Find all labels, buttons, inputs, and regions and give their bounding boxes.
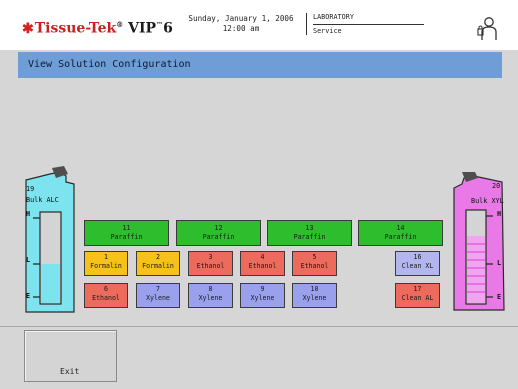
station-solution: Clean XL [401, 262, 434, 270]
station-solution: Xylene [146, 294, 170, 302]
solution-config-screen: ✱Tissue-Tek® VIP™6 Sunday, January 1, 20… [0, 0, 518, 389]
station-number: 12 [214, 224, 223, 232]
station-solution: Ethanol [300, 262, 329, 270]
station-solution: Ethanol [248, 262, 277, 270]
station-5-ethanol[interactable]: 5 Ethanol [292, 251, 337, 276]
station-number: 4 [260, 253, 265, 261]
station-1-formalin[interactable]: 1 Formalin [84, 251, 128, 276]
app-logo: ✱Tissue-Tek® VIP™6 [22, 20, 173, 37]
station-solution: Paraffin [110, 233, 143, 241]
station-solution: Paraffin [293, 233, 326, 241]
station-number: 1 [104, 253, 108, 261]
station-solution: Paraffin [384, 233, 417, 241]
exit-button[interactable]: Exit [24, 330, 117, 382]
station-solution: Clean AL [401, 294, 434, 302]
header-divider [306, 13, 307, 35]
station-10-xylene[interactable]: 10 Xylene [292, 283, 337, 308]
station-number: 2 [156, 253, 160, 261]
station-number: 6 [104, 285, 108, 293]
station-number: 9 [260, 285, 265, 293]
station-solution: Formalin [90, 262, 122, 270]
station-4-ethanol[interactable]: 4 Ethanol [240, 251, 285, 276]
logo-trademark: ™ [156, 20, 164, 29]
station-number: 14 [396, 224, 405, 232]
station-number: 10 [310, 285, 319, 293]
location-text: LABORATORY [313, 13, 354, 21]
bulk-xyl-level-empty: E [497, 293, 502, 301]
bulk-xyl-level-high: H [497, 210, 502, 218]
logo-registered: ® [116, 20, 124, 29]
bulk-alc-level-empty: E [26, 292, 31, 300]
footer-divider [0, 326, 518, 327]
station-solution: Ethanol [92, 294, 120, 302]
logo-star-icon: ✱ [22, 20, 34, 37]
station-number: 17 [413, 285, 422, 293]
station-6-ethanol[interactable]: 6 Ethanol [84, 283, 128, 308]
station-11-paraffin[interactable]: 11 Paraffin [84, 220, 169, 246]
station-solution: Paraffin [202, 233, 235, 241]
header-bar: ✱Tissue-Tek® VIP™6 Sunday, January 1, 20… [0, 0, 518, 50]
logo-model: VIP [128, 20, 157, 37]
station-2-formalin[interactable]: 2 Formalin [136, 251, 180, 276]
station-number: 11 [122, 224, 131, 232]
operator-icon[interactable] [475, 16, 501, 42]
logo-brand: Tissue-Tek [34, 20, 117, 37]
station-17-clean-al[interactable]: 17 Clean AL [395, 283, 440, 308]
station-number: 13 [305, 224, 314, 232]
station-solution: Xylene [250, 294, 275, 302]
bulk-xyl-level-low: L [497, 259, 502, 267]
station-7-xylene[interactable]: 7 Xylene [136, 283, 180, 308]
bulk-alc-level-high: H [26, 210, 31, 218]
exit-button-label: Exit [60, 367, 80, 376]
station-solution: Ethanol [196, 262, 225, 270]
station-9-xylene[interactable]: 9 Xylene [240, 283, 285, 308]
date-time-display: Sunday, January 1, 2006 12:00 am [178, 14, 304, 34]
station-solution: Formalin [142, 262, 174, 270]
logo-number: 6 [163, 20, 173, 37]
bulk-alc-level-low: L [26, 256, 31, 264]
station-8-xylene[interactable]: 8 Xylene [188, 283, 233, 308]
station-12-paraffin[interactable]: 12 Paraffin [176, 220, 261, 246]
time-text: 12:00 am [222, 24, 260, 33]
station-solution: Xylene [198, 294, 223, 302]
station-number: 7 [156, 285, 160, 293]
location-underline [313, 24, 424, 25]
bulk-xyl-label: Bulk XYL [471, 197, 504, 205]
bulk-alc-number: 19 [26, 185, 35, 193]
date-text: Sunday, January 1, 2006 [188, 14, 294, 23]
bulk-alc-label: Bulk ALC [26, 196, 59, 204]
station-number: 16 [413, 253, 422, 261]
title-bar: View Solution Configuration [18, 52, 502, 78]
station-16-clean-xl[interactable]: 16 Clean XL [395, 251, 440, 276]
station-3-ethanol[interactable]: 3 Ethanol [188, 251, 233, 276]
station-number: 3 [208, 253, 213, 261]
user-level-text: Service [313, 27, 342, 35]
station-number: 5 [312, 253, 317, 261]
station-13-paraffin[interactable]: 13 Paraffin [267, 220, 352, 246]
station-14-paraffin[interactable]: 14 Paraffin [358, 220, 443, 246]
station-solution: Xylene [302, 294, 327, 302]
page-title: View Solution Configuration [28, 59, 191, 70]
bulk-xyl-number: 20 [492, 182, 501, 190]
station-number: 8 [208, 285, 213, 293]
